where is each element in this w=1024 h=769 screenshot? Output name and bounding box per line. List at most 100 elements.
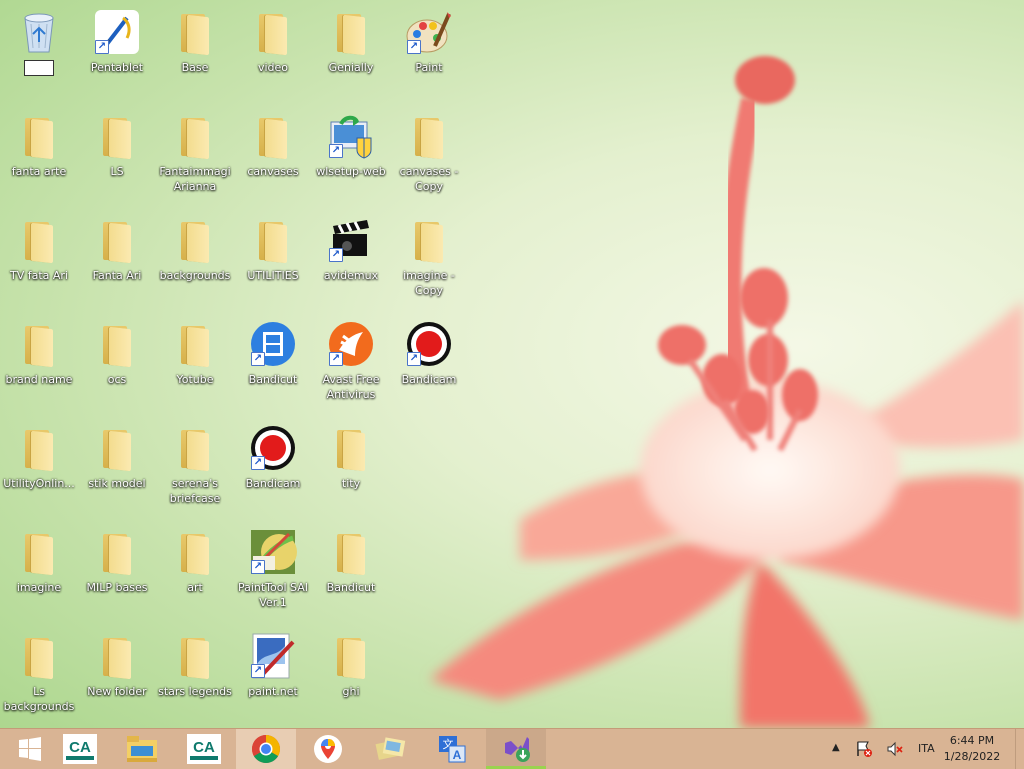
- icon-label: ghi: [342, 685, 360, 698]
- desktop-folder[interactable]: Base: [158, 2, 232, 100]
- translator-icon: 文 A: [439, 736, 466, 763]
- desktop-folder[interactable]: backgrounds: [158, 210, 232, 308]
- desktop-folder[interactable]: Ls backgrounds: [2, 626, 76, 724]
- icon-label: Base: [181, 61, 209, 74]
- taskbar-credit-agricole-2[interactable]: CA: [174, 729, 234, 769]
- input-language-indicator[interactable]: ITA: [918, 742, 935, 755]
- folder-icon: [15, 112, 63, 160]
- desktop-shortcut[interactable]: ↗ Bandicam: [236, 418, 310, 516]
- desktop-folder[interactable]: ocs: [80, 314, 154, 412]
- desktop-folder[interactable]: fanta arte: [2, 106, 76, 204]
- folder-icon: [171, 320, 219, 368]
- desktop-folder[interactable]: Yotube: [158, 314, 232, 412]
- desktop-shortcut[interactable]: ↗ Paint: [392, 2, 466, 100]
- action-center-flag-icon[interactable]: [855, 740, 873, 758]
- icon-label: art: [187, 581, 203, 594]
- desktop-folder[interactable]: UTILITIES: [236, 210, 310, 308]
- file-explorer-icon: [127, 736, 157, 762]
- desktop-folder[interactable]: brand name: [2, 314, 76, 412]
- desktop-folder[interactable]: New folder: [80, 626, 154, 724]
- icon-label: UTILITIES: [247, 269, 299, 282]
- desktop-folder[interactable]: Fantaimmagi Arianna: [158, 106, 232, 204]
- taskbar-visual-studio-installer[interactable]: [486, 729, 546, 769]
- taskbar-chrome[interactable]: [236, 729, 296, 769]
- app-shortcut-icon: ↗: [249, 528, 297, 576]
- folder-icon: [405, 216, 453, 264]
- system-clock[interactable]: 6:44 PM 1/28/2022: [942, 733, 1002, 765]
- desktop-folder[interactable]: video: [236, 2, 310, 100]
- desktop-folder[interactable]: TV fata Ari: [2, 210, 76, 308]
- tray-overflow-button[interactable]: ▲: [832, 742, 844, 756]
- desktop-folder[interactable]: Fanta Ari: [80, 210, 154, 308]
- desktop-folder[interactable]: imagine: [2, 522, 76, 620]
- desktop-folder[interactable]: art: [158, 522, 232, 620]
- shortcut-arrow-icon: ↗: [251, 456, 265, 470]
- visual-studio-installer-icon: [505, 736, 530, 762]
- icon-label: brand name: [5, 373, 73, 386]
- desktop-shortcut[interactable]: ↗ Bandicut: [236, 314, 310, 412]
- desktop-folder[interactable]: canvases: [236, 106, 310, 204]
- desktop-folder[interactable]: Genially: [314, 2, 388, 100]
- folder-icon: [93, 528, 141, 576]
- shortcut-arrow-icon: ↗: [407, 352, 421, 366]
- shortcut-arrow-icon: ↗: [329, 144, 343, 158]
- desktop-shortcut[interactable]: ↗ avidemux: [314, 210, 388, 308]
- desktop-shortcut[interactable]: ↗ PaintTool SAI Ver.1: [236, 522, 310, 620]
- icon-label: TV fata Ari: [9, 269, 68, 282]
- icon-label: Bandicam: [401, 373, 457, 386]
- app-shortcut-icon: ↗: [249, 632, 297, 680]
- folder-icon: [15, 632, 63, 680]
- desktop-folder[interactable]: imagine - Copy: [392, 210, 466, 308]
- desktop-folder[interactable]: Bandicut: [314, 522, 388, 620]
- app-shortcut-icon: ↗: [405, 8, 453, 56]
- icon-label: imagine: [16, 581, 62, 594]
- desktop-folder[interactable]: serena's briefcase: [158, 418, 232, 516]
- desktop-folder[interactable]: MILP bases: [80, 522, 154, 620]
- taskbar-translator[interactable]: 文 A: [422, 729, 482, 769]
- icon-label: fanta arte: [11, 165, 67, 178]
- icon-label: canvases - Copy: [399, 165, 459, 193]
- taskbar-file-explorer[interactable]: [112, 729, 172, 769]
- credit-agricole-icon: CA: [63, 734, 97, 764]
- desktop-folder[interactable]: stik model: [80, 418, 154, 516]
- folder-icon: [405, 112, 453, 160]
- folder-icon: [171, 8, 219, 56]
- show-desktop-button[interactable]: [1015, 729, 1024, 769]
- app-shortcut-icon: ↗: [327, 112, 375, 160]
- icon-label: MILP bases: [86, 581, 148, 594]
- desktop-shortcut[interactable]: ↗ Avast Free Antivirus: [314, 314, 388, 412]
- desktop-folder[interactable]: stars legends: [158, 626, 232, 724]
- start-icon: [19, 737, 41, 761]
- icon-label: Bandicut: [326, 581, 376, 594]
- icon-label: paint.net: [248, 685, 298, 698]
- recycle-bin[interactable]: [2, 2, 76, 100]
- shortcut-arrow-icon: ↗: [251, 664, 265, 678]
- icon-label: UtilityOnlin...: [3, 477, 75, 490]
- app-shortcut-icon: ↗: [249, 320, 297, 368]
- desktop-folder[interactable]: ghi: [314, 626, 388, 724]
- folder-icon: [327, 632, 375, 680]
- desktop-shortcut[interactable]: ↗ Pentablet: [80, 2, 154, 100]
- folder-icon: [327, 528, 375, 576]
- folder-icon: [15, 320, 63, 368]
- desktop-shortcut[interactable]: ↗ wlsetup-web: [314, 106, 388, 204]
- desktop-folder[interactable]: tity: [314, 418, 388, 516]
- folder-icon: [93, 216, 141, 264]
- folder-icon: [171, 112, 219, 160]
- desktop-shortcut[interactable]: ↗ Bandicam: [392, 314, 466, 412]
- icon-label: Ls backgrounds: [3, 685, 75, 713]
- icon-label: ocs: [107, 373, 127, 386]
- desktop-folder[interactable]: UtilityOnlin...: [2, 418, 76, 516]
- chrome-icon: [252, 735, 280, 763]
- volume-muted-icon[interactable]: [886, 740, 904, 758]
- desktop-folder[interactable]: canvases - Copy: [392, 106, 466, 204]
- taskbar-photos[interactable]: [360, 729, 420, 769]
- svg-text:A: A: [453, 748, 462, 762]
- svg-text:CA: CA: [193, 739, 215, 756]
- desktop-shortcut[interactable]: ↗ paint.net: [236, 626, 310, 724]
- desktop-folder[interactable]: LS: [80, 106, 154, 204]
- folder-icon: [93, 320, 141, 368]
- icon-label: video: [257, 61, 289, 74]
- taskbar-maps[interactable]: [298, 729, 358, 769]
- taskbar-credit-agricole-1[interactable]: CA: [50, 729, 110, 769]
